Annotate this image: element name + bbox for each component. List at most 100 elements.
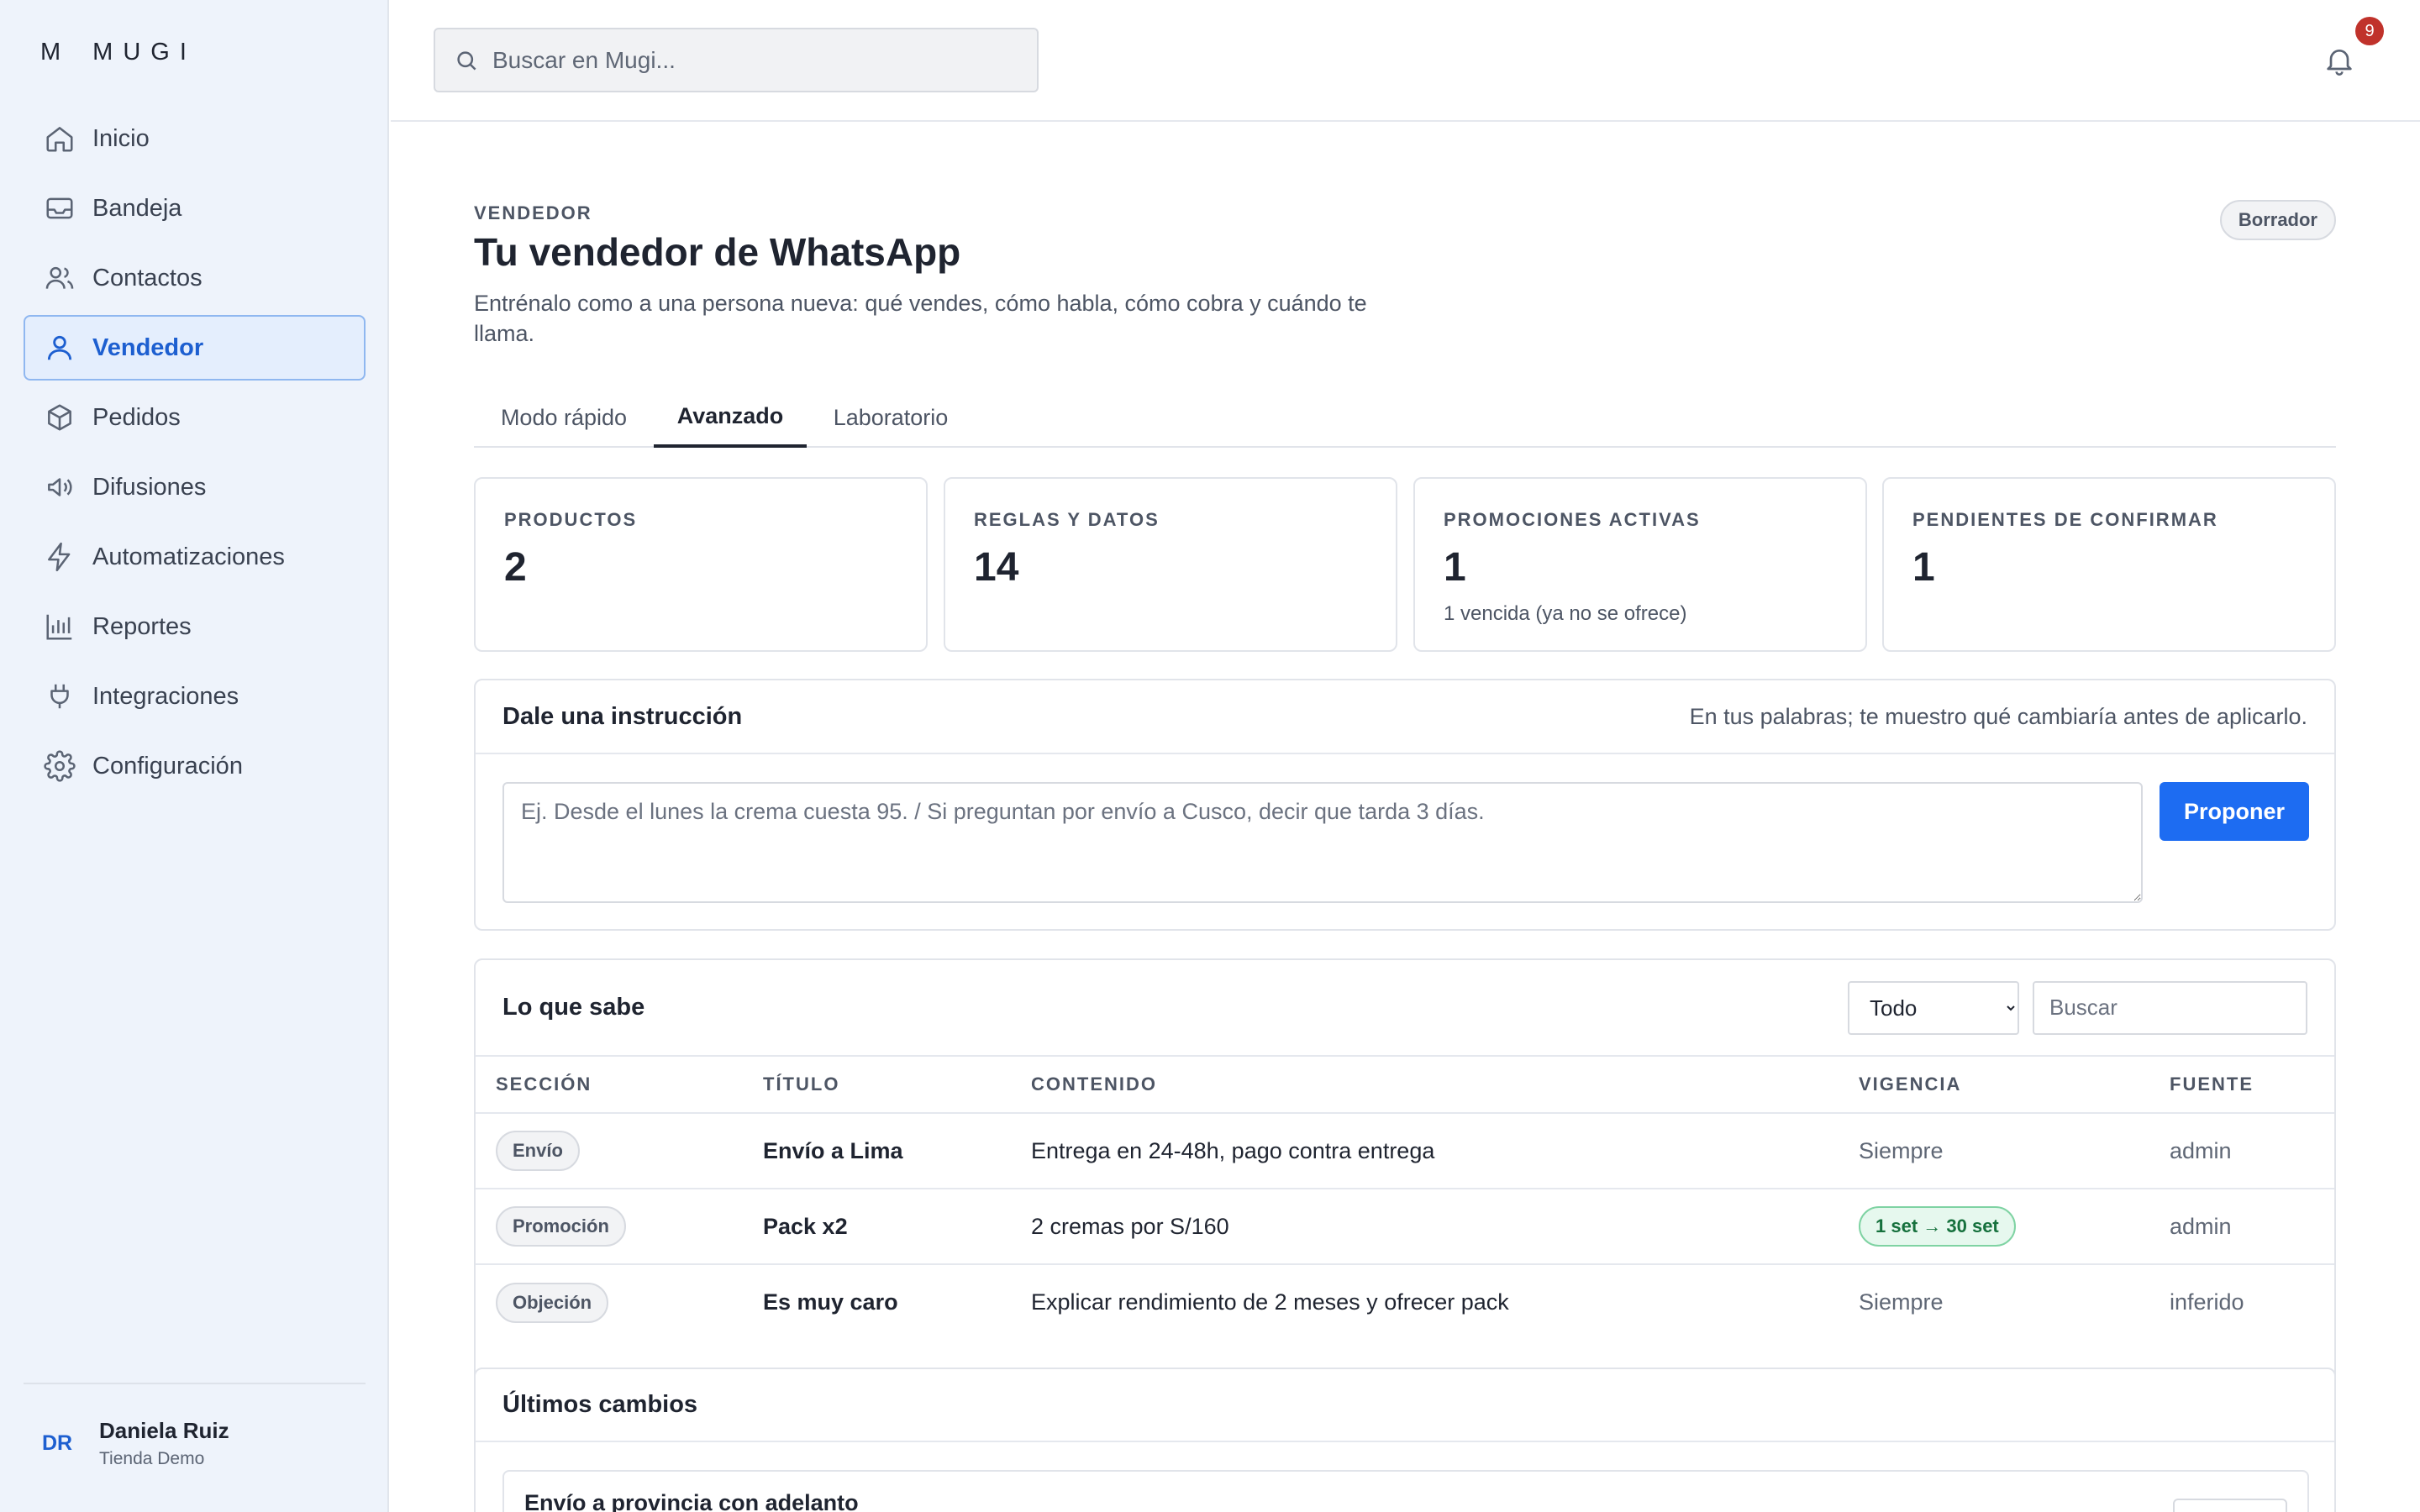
stat-card-reglas[interactable]: REGLAS Y DATOS 14 [944, 477, 1397, 652]
stat-label: PROMOCIONES ACTIVAS [1444, 509, 1701, 530]
row-title: Pack x2 [743, 1189, 1011, 1265]
tab-bar: Modo rápido Avanzado Laboratorio [474, 387, 2336, 448]
sidebar-item-integraciones[interactable]: Integraciones [24, 664, 366, 729]
column-header-titulo[interactable]: TÍTULO [743, 1057, 1011, 1114]
avatar: DR [42, 1431, 73, 1455]
home-icon [44, 123, 76, 155]
section-pill: Promoción [496, 1206, 626, 1247]
sidebar-item-label: Bandeja [92, 194, 182, 222]
users-icon [44, 262, 76, 294]
column-header-contenido[interactable]: CONTENIDO [1011, 1057, 1839, 1114]
recent-changes-title: Últimos cambios [502, 1391, 698, 1418]
page-title: Tu vendedor de WhatsApp [474, 230, 961, 274]
row-title: Es muy caro [763, 1289, 898, 1315]
row-content: Explicar rendimiento de 2 meses y ofrece… [1031, 1289, 1509, 1315]
sidebar-item-label: Contactos [92, 264, 203, 291]
table-row[interactable]: Objeción Es muy caro Explicar rendimient… [476, 1264, 2334, 1340]
change-title: Envío a provincia con adelanto [524, 1490, 859, 1512]
stats-row: PRODUCTOS 2 REGLAS Y DATOS 14 PROMOCIONE… [474, 477, 2336, 652]
sidebar-item-contactos[interactable]: Contactos [24, 245, 366, 311]
sidebar-item-label: Vendedor [92, 333, 204, 361]
page-subtitle: Entrénalo como a una persona nueva: qué … [474, 291, 1367, 346]
column-header-fuente[interactable]: FUENTE [2149, 1057, 2334, 1114]
tab-modo-rapido[interactable]: Modo rápido [474, 387, 654, 448]
sidebar-divider [24, 1383, 366, 1384]
row-content: 2 cremas por S/160 [1011, 1189, 1839, 1265]
stat-label: PENDIENTES DE CONFIRMAR [1912, 509, 2218, 530]
notification-count-badge: 9 [2355, 17, 2384, 45]
stat-card-productos[interactable]: PRODUCTOS 2 [474, 477, 928, 652]
column-header-seccion[interactable]: SECCIÓN [476, 1057, 743, 1114]
user-icon [44, 332, 76, 364]
row-source: admin [2149, 1189, 2334, 1265]
gear-icon [44, 750, 76, 782]
sidebar-item-bandeja[interactable]: Bandeja [24, 176, 366, 241]
bell-icon[interactable] [2323, 42, 2356, 79]
user-profile[interactable]: DR Daniela Ruiz Tienda Demo [42, 1418, 229, 1469]
bar-chart-icon [44, 611, 76, 643]
plug-icon [44, 680, 76, 712]
sidebar-item-automatizaciones[interactable]: Automatizaciones [24, 524, 366, 590]
instruction-card: Dale una instrucción En tus palabras; te… [474, 679, 2336, 931]
instruction-hint: En tus palabras; te muestro qué cambiarí… [1689, 703, 2307, 729]
tab-avanzado[interactable]: Avanzado [654, 387, 807, 448]
sidebar-item-label: Difusiones [92, 473, 207, 501]
megaphone-icon [44, 471, 76, 503]
sidebar-item-label: Integraciones [92, 682, 239, 710]
instruction-title: Dale una instrucción [502, 702, 743, 730]
user-name: Daniela Ruiz [99, 1418, 229, 1443]
sidebar-item-inicio[interactable]: Inicio [24, 106, 366, 171]
change-action-button[interactable] [2173, 1499, 2287, 1512]
box-icon [44, 402, 76, 433]
sidebar-item-label: Automatizaciones [92, 543, 285, 570]
row-content: Entrega en 24-48h, pago contra entrega [1011, 1113, 1839, 1189]
sidebar-item-label: Inicio [92, 124, 150, 152]
table-row[interactable]: Promoción Pack x2 2 cremas por S/160 1 s… [476, 1189, 2334, 1265]
search-icon [454, 48, 479, 73]
section-filter-select[interactable]: Todo [1848, 980, 2019, 1035]
row-title: Envío a Lima [743, 1113, 1011, 1189]
sidebar-item-difusiones[interactable]: Difusiones [24, 454, 366, 520]
sidebar-item-vendedor[interactable]: Vendedor [24, 315, 366, 381]
stat-card-promociones[interactable]: PROMOCIONES ACTIVAS 1 1 vencida (ya no s… [1413, 477, 1867, 652]
row-validity: Siempre [1859, 1289, 1944, 1315]
column-header-vigencia[interactable]: VIGENCIA [1839, 1057, 2149, 1114]
instruction-textarea[interactable] [502, 782, 2143, 903]
row-source: inferido [2170, 1289, 2244, 1315]
stat-value: 1 [1912, 545, 1935, 590]
tab-laboratorio[interactable]: Laboratorio [807, 387, 975, 448]
sidebar-item-label: Pedidos [92, 403, 181, 431]
row-source: admin [2149, 1113, 2334, 1189]
change-item[interactable]: Envío a provincia con adelanto [502, 1470, 2309, 1512]
page-eyebrow: VENDEDOR [474, 202, 592, 223]
global-search[interactable] [434, 28, 1039, 92]
sidebar-item-label: Reportes [92, 612, 192, 640]
user-store: Tienda Demo [99, 1449, 205, 1468]
stat-value: 2 [504, 545, 527, 590]
sidebar-item-pedidos[interactable]: Pedidos [24, 385, 366, 450]
validity-range-badge: 1 set → 30 set [1859, 1206, 2016, 1247]
sidebar-item-label: Configuración [92, 752, 243, 780]
sidebar: M MUGI Inicio Bandeja Contactos Vendedor… [0, 0, 389, 1512]
brand-mark: M [40, 39, 71, 66]
stat-label: REGLAS Y DATOS [974, 509, 1160, 530]
section-pill: Objeción [496, 1282, 609, 1323]
stat-label: PRODUCTOS [504, 509, 638, 530]
knowledge-table: SECCIÓN TÍTULO CONTENIDO VIGENCIA FUENTE… [476, 1057, 2334, 1340]
stat-value: 14 [974, 545, 1019, 590]
table-row[interactable]: Envío Envío a Lima Entrega en 24-48h, pa… [476, 1113, 2334, 1189]
sidebar-item-configuracion[interactable]: Configuración [24, 733, 366, 799]
brand-name: MUGI [92, 39, 197, 66]
stat-note: 1 vencida (ya no se ofrece) [1444, 602, 1687, 625]
stat-card-pendientes[interactable]: PENDIENTES DE CONFIRMAR 1 [1882, 477, 2336, 652]
brand-logo[interactable]: M MUGI [40, 39, 197, 66]
inbox-icon [44, 192, 76, 224]
bolt-icon [44, 541, 76, 573]
knowledge-search-input[interactable] [2033, 980, 2307, 1035]
proponer-button[interactable]: Proponer [2160, 782, 2309, 841]
topbar: 9 [391, 0, 2420, 122]
sidebar-item-reportes[interactable]: Reportes [24, 594, 366, 659]
row-validity: Siempre [1839, 1113, 2149, 1189]
search-input[interactable] [492, 46, 1013, 74]
sidebar-nav: Inicio Bandeja Contactos Vendedor Pedido… [24, 106, 366, 803]
